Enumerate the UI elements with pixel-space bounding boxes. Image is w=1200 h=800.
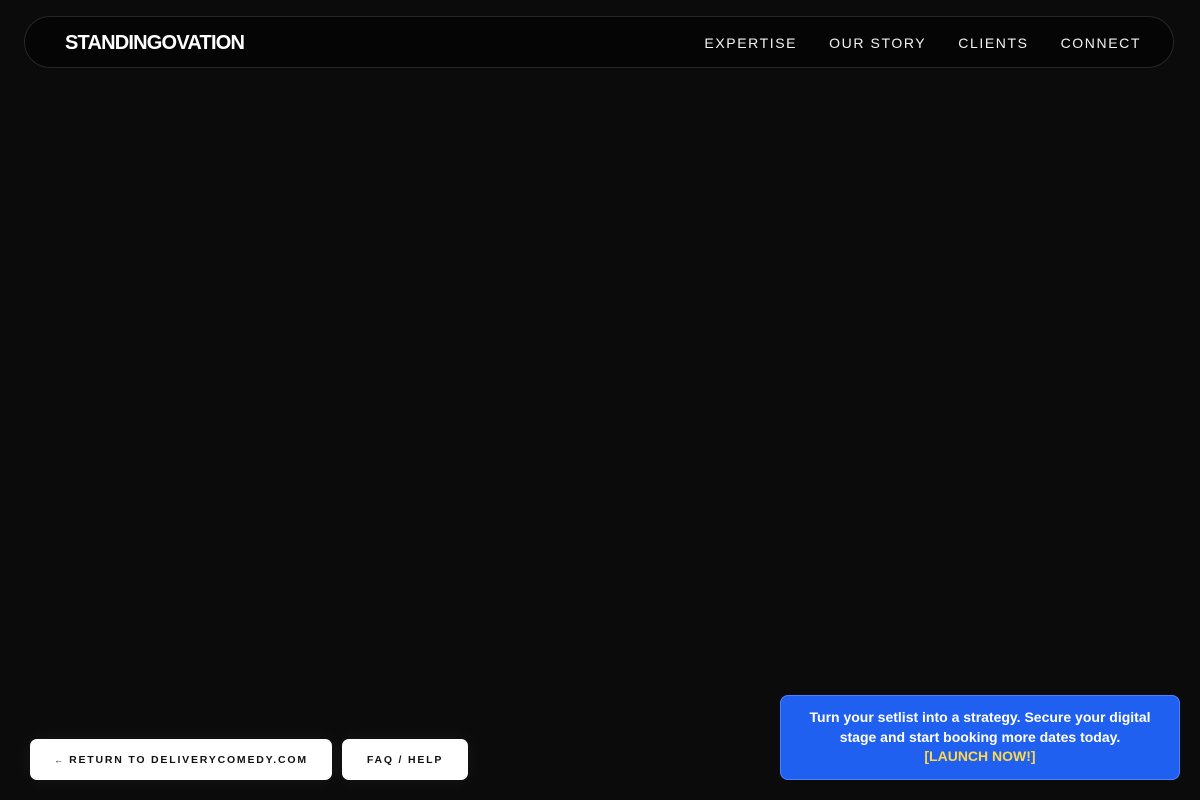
- nav-link-expertise[interactable]: EXPERTISE: [704, 33, 797, 53]
- arrow-left-icon: ←: [54, 754, 64, 765]
- faq-button-label: FAQ / HELP: [366, 753, 444, 766]
- faq-help-button[interactable]: FAQ / HELP: [342, 739, 468, 780]
- main-content-area: [0, 70, 1200, 690]
- return-to-site-button[interactable]: ← RETURN TO DELIVERYCOMEDY.COM: [30, 739, 332, 780]
- return-button-label: RETURN TO DELIVERYCOMEDY.COM: [69, 753, 308, 766]
- nav-link-connect[interactable]: CONNECT: [1061, 33, 1141, 53]
- promo-banner: Turn your setlist into a strategy. Secur…: [780, 695, 1180, 780]
- nav-link-clients[interactable]: CLIENTS: [958, 33, 1028, 53]
- nav-link-our-story[interactable]: OUR STORY: [829, 33, 926, 53]
- brand-logo[interactable]: STANDINGOVATION: [65, 31, 245, 55]
- page: STANDINGOVATION EXPERTISE OUR STORY CLIE…: [0, 0, 1200, 800]
- main-nav: EXPERTISE OUR STORY CLIENTS CONNECT: [704, 33, 1141, 53]
- promo-text: Turn your setlist into a strategy. Secur…: [809, 709, 1151, 745]
- top-navbar: STANDINGOVATION EXPERTISE OUR STORY CLIE…: [24, 16, 1174, 68]
- launch-now-link[interactable]: [LAUNCH NOW!]: [924, 747, 1035, 767]
